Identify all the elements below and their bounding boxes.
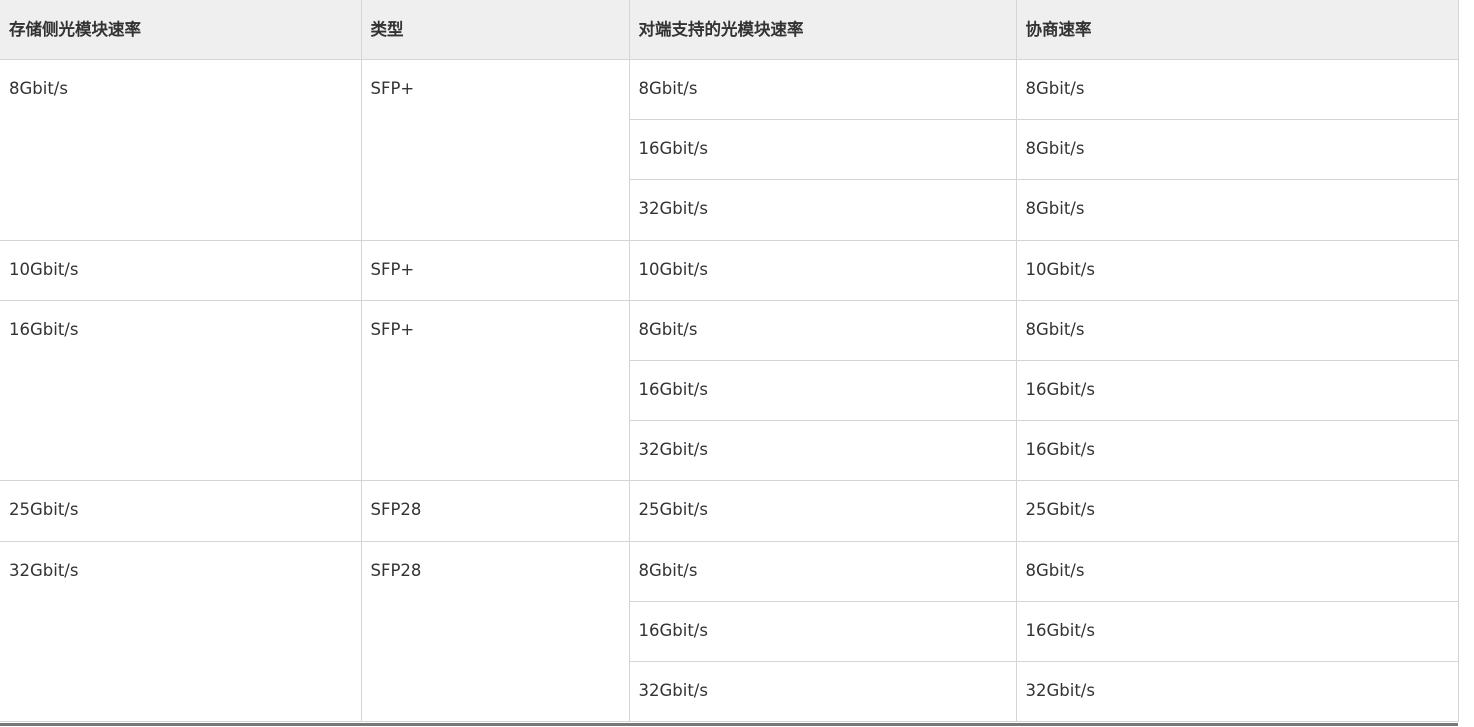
type-cell: SFP+	[360, 59, 630, 241]
table-row: 32Gbit/s SFP28 8Gbit/s 8Gbit/s	[0, 540, 1459, 723]
peer-rate-cell: 16Gbit/s	[629, 600, 1017, 662]
peer-rate-cell: 8Gbit/s	[628, 299, 1017, 361]
peer-rate-cell: 8Gbit/s	[628, 540, 1017, 602]
type-cell: SFP+	[360, 239, 630, 301]
peer-rate-cell: 32Gbit/s	[629, 420, 1017, 482]
negotiated-rate-cell: 25Gbit/s	[1015, 480, 1459, 542]
negotiated-rate-cell: 10Gbit/s	[1015, 239, 1459, 301]
table-row: 16Gbit/s SFP+ 8Gbit/s 8Gbit/s	[0, 299, 1459, 482]
table-row: 10Gbit/s SFP+ 10Gbit/s 10Gbit/s	[0, 239, 1459, 301]
negotiated-rate-cell: 16Gbit/s	[1015, 359, 1459, 422]
negotiated-rate-cell: 8Gbit/s	[1015, 540, 1459, 602]
header-type: 类型	[360, 0, 630, 60]
storage-rate-cell: 10Gbit/s	[0, 239, 362, 301]
header-row: 存储侧光模块速率 类型 对端支持的光模块速率 协商速率	[0, 0, 1459, 60]
storage-rate-cell: 32Gbit/s	[0, 540, 362, 723]
peer-rate-cell: 32Gbit/s	[629, 660, 1017, 723]
type-cell: SFP28	[360, 540, 630, 723]
header-negotiated-rate: 协商速率	[1015, 0, 1459, 60]
negotiated-rate-cell: 16Gbit/s	[1015, 600, 1459, 662]
peer-rate-cell: 10Gbit/s	[628, 239, 1017, 301]
type-cell: SFP+	[360, 299, 630, 482]
negotiated-rate-cell: 8Gbit/s	[1015, 119, 1459, 181]
table-header: 存储侧光模块速率 类型 对端支持的光模块速率 协商速率	[0, 0, 1459, 60]
type-cell: SFP28	[360, 480, 630, 542]
peer-rate-cell: 16Gbit/s	[629, 119, 1017, 181]
peer-rate-cell: 16Gbit/s	[629, 359, 1017, 422]
table-body: 8Gbit/s SFP+ 8Gbit/s 8Gbit/s 16Gbit/s 8G…	[0, 58, 1459, 723]
table-row: 25Gbit/s SFP28 25Gbit/s 25Gbit/s	[0, 480, 1459, 542]
negotiated-rate-cell: 32Gbit/s	[1015, 660, 1459, 723]
header-storage-rate: 存储侧光模块速率	[0, 0, 362, 60]
negotiated-rate-cell: 8Gbit/s	[1015, 299, 1459, 361]
peer-rate-cell: 25Gbit/s	[628, 480, 1017, 542]
negotiated-rate-cell: 8Gbit/s	[1015, 58, 1459, 121]
storage-rate-cell: 8Gbit/s	[0, 59, 362, 241]
negotiated-rate-cell: 8Gbit/s	[1015, 179, 1459, 241]
spec-table-container: 存储侧光模块速率 类型 对端支持的光模块速率 协商速率 8Gbit/s SFP+…	[0, 0, 1459, 726]
storage-rate-cell: 16Gbit/s	[0, 299, 362, 482]
storage-rate-cell: 25Gbit/s	[0, 480, 362, 542]
table-row: 8Gbit/s SFP+ 8Gbit/s 8Gbit/s	[0, 58, 1459, 241]
optical-module-rate-table: 存储侧光模块速率 类型 对端支持的光模块速率 协商速率 8Gbit/s SFP+…	[0, 0, 1459, 723]
negotiated-rate-cell: 16Gbit/s	[1015, 420, 1459, 482]
peer-rate-cell: 8Gbit/s	[628, 58, 1017, 121]
header-peer-rate: 对端支持的光模块速率	[628, 0, 1017, 60]
peer-rate-cell: 32Gbit/s	[629, 179, 1017, 241]
